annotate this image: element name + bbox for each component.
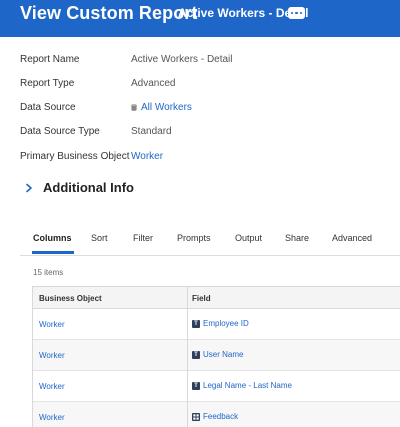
table-row: Worker Feedback bbox=[33, 402, 400, 427]
data-source-type-label: Data Source Type bbox=[20, 126, 100, 137]
tab-share[interactable]: Share bbox=[285, 233, 309, 243]
multi-instance-field-icon bbox=[192, 412, 200, 421]
business-object-link[interactable]: Worker bbox=[39, 413, 65, 422]
field-link[interactable]: User Name bbox=[203, 350, 243, 359]
tab-sort[interactable]: Sort bbox=[91, 233, 108, 243]
text-field-icon: T bbox=[192, 319, 200, 328]
business-object-link[interactable]: Worker bbox=[39, 382, 65, 391]
report-tabs: Columns Sort Filter Prompts Output Share… bbox=[20, 223, 400, 255]
detail-row-primary-business-object: Primary Business Object Worker bbox=[20, 151, 390, 167]
field-link[interactable]: Legal Name - Last Name bbox=[203, 381, 292, 390]
field-cell: T User Name bbox=[192, 350, 243, 359]
table-row: Worker T User Name bbox=[33, 340, 400, 371]
tab-prompts[interactable]: Prompts bbox=[177, 233, 211, 243]
detail-row-data-source-type: Data Source Type Standard bbox=[20, 126, 390, 142]
detail-row-report-name: Report Name Active Workers - Detail bbox=[20, 54, 390, 70]
column-header-business-object[interactable]: Business Object bbox=[39, 294, 102, 303]
data-source-icon bbox=[131, 104, 137, 111]
detail-row-data-source: Data Source All Workers bbox=[20, 102, 390, 118]
tab-columns[interactable]: Columns bbox=[33, 233, 72, 243]
business-object-link[interactable]: Worker bbox=[39, 320, 65, 329]
primary-business-object-label: Primary Business Object bbox=[20, 151, 130, 162]
active-tab-indicator bbox=[32, 251, 74, 254]
ellipsis-icon-dot bbox=[295, 11, 298, 15]
report-name-label: Report Name bbox=[20, 54, 80, 65]
columns-table: Business Object Field Worker T Employee … bbox=[32, 286, 400, 427]
ellipsis-icon-dot bbox=[299, 11, 303, 15]
text-field-icon: T bbox=[192, 381, 200, 390]
tab-output[interactable]: Output bbox=[235, 233, 262, 243]
ellipsis-icon bbox=[290, 11, 294, 15]
page-header: View Custom Report Active Workers - Deta… bbox=[0, 0, 400, 37]
table-row: Worker T Legal Name - Last Name bbox=[33, 371, 400, 402]
column-divider bbox=[187, 287, 188, 427]
report-name-value: Active Workers - Detail bbox=[131, 54, 233, 65]
tab-advanced[interactable]: Advanced bbox=[332, 233, 372, 243]
primary-business-object-link[interactable]: Worker bbox=[131, 151, 163, 162]
items-count: 15 items bbox=[33, 268, 64, 277]
tab-filter[interactable]: Filter bbox=[133, 233, 153, 243]
field-link[interactable]: Employee ID bbox=[203, 319, 249, 328]
data-source-value[interactable]: All Workers bbox=[141, 102, 192, 113]
related-actions-button[interactable] bbox=[288, 7, 305, 19]
field-link[interactable]: Feedback bbox=[203, 412, 238, 421]
table-row: Worker T Employee ID bbox=[33, 309, 400, 340]
detail-row-report-type: Report Type Advanced bbox=[20, 78, 390, 94]
column-header-field[interactable]: Field bbox=[192, 294, 211, 303]
data-source-link[interactable]: All Workers bbox=[131, 102, 192, 113]
page-title: View Custom Report bbox=[20, 3, 198, 23]
chevron-right-icon[interactable] bbox=[24, 183, 34, 193]
additional-info-heading[interactable]: Additional Info bbox=[43, 180, 134, 195]
table-header: Business Object Field bbox=[33, 287, 400, 309]
data-source-label: Data Source bbox=[20, 102, 76, 113]
field-cell: Feedback bbox=[192, 412, 238, 421]
report-type-value: Advanced bbox=[131, 78, 176, 89]
report-type-label: Report Type bbox=[20, 78, 75, 89]
field-cell: T Legal Name - Last Name bbox=[192, 381, 292, 390]
tabs-divider bbox=[20, 255, 400, 256]
field-cell: T Employee ID bbox=[192, 319, 249, 328]
business-object-link[interactable]: Worker bbox=[39, 351, 65, 360]
text-field-icon: T bbox=[192, 350, 200, 359]
data-source-type-value: Standard bbox=[131, 126, 172, 137]
